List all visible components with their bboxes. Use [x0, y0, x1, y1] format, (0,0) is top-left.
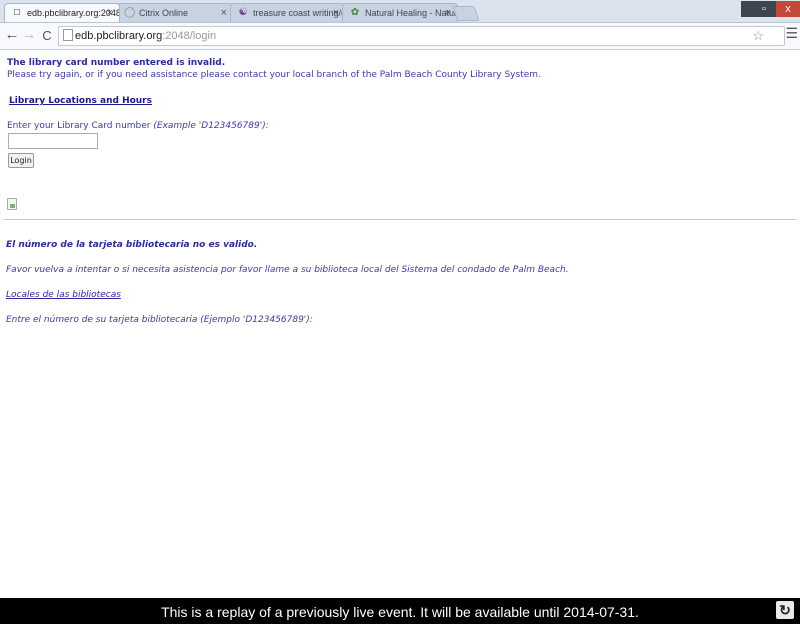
page-icon: □: [13, 7, 21, 18]
reload-icon[interactable]: C: [38, 28, 56, 43]
close-tab-icon[interactable]: ×: [107, 7, 113, 19]
citrix-icon: ◯: [124, 7, 136, 18]
tab-title: Citrix Online: [139, 8, 189, 18]
close-tab-icon[interactable]: ×: [445, 7, 451, 19]
back-icon[interactable]: ←: [3, 26, 21, 43]
tab-treasure-coast[interactable]: ☯ treasure coast writing/edi ×: [230, 3, 346, 22]
close-tab-icon[interactable]: ×: [221, 7, 227, 19]
error-title: The library card number entered is inval…: [7, 58, 226, 68]
close-tab-icon[interactable]: ×: [333, 7, 339, 19]
address-bar[interactable]: edb.pbclibrary.org:2048/login ☆: [58, 26, 785, 46]
tab-natural-healing[interactable]: ✿ Natural Healing - Natural ×: [342, 3, 458, 22]
page-content: The library card number entered is inval…: [0, 50, 800, 598]
broken-image-icon: [7, 198, 17, 210]
forward-icon[interactable]: →: [20, 26, 38, 43]
new-tab-button[interactable]: [452, 6, 480, 21]
tab-citrix-online[interactable]: ◯ Citrix Online ×: [116, 3, 234, 22]
spanish-error-title: El número de la tarjeta bibliotecaria no…: [6, 240, 258, 250]
prompt-text: Enter your Library Card number: [7, 121, 151, 131]
spanish-card-prompt: Entre el número de su tarjeta biblioteca…: [6, 315, 313, 325]
tab-library-login[interactable]: □ edb.pbclibrary.org:2048/lc ×: [4, 3, 120, 22]
bookmark-star-icon[interactable]: ☆: [752, 27, 764, 45]
menu-icon[interactable]: ☰: [785, 25, 798, 42]
page-info-icon[interactable]: [63, 29, 73, 41]
replay-banner-text: This is a replay of a previously live ev…: [161, 604, 639, 620]
library-card-input[interactable]: [8, 133, 98, 149]
divider: [4, 219, 796, 220]
browser-toolbar: ← → C edb.pbclibrary.org:2048/login ☆ ☰: [0, 23, 800, 50]
refresh-icon[interactable]: ↻: [776, 601, 794, 619]
globe-icon: ☯: [238, 7, 248, 18]
tab-strip: □ edb.pbclibrary.org:2048/lc × ◯ Citrix …: [0, 0, 800, 23]
url-text[interactable]: edb.pbclibrary.org:2048/login: [75, 27, 216, 45]
spanish-locations-link[interactable]: Locales de las bibliotecas: [6, 290, 121, 300]
spanish-error-message: Favor vuelva a intentar o si necesita as…: [6, 265, 569, 275]
url-host: edb.pbclibrary.org: [75, 30, 163, 42]
card-number-prompt: Enter your Library Card number (Example …: [7, 121, 269, 131]
library-locations-link[interactable]: Library Locations and Hours: [9, 96, 152, 106]
url-path: :2048/login: [162, 30, 217, 42]
replay-banner: This is a replay of a previously live ev…: [0, 598, 800, 624]
error-message: Please try again, or if you need assista…: [7, 70, 541, 80]
prompt-example: (Example 'D123456789'):: [153, 121, 269, 131]
close-window-button[interactable]: x: [776, 1, 800, 17]
leaf-icon: ✿: [350, 7, 360, 18]
login-button[interactable]: Login: [8, 153, 34, 168]
maximize-button[interactable]: ▫: [752, 1, 776, 17]
